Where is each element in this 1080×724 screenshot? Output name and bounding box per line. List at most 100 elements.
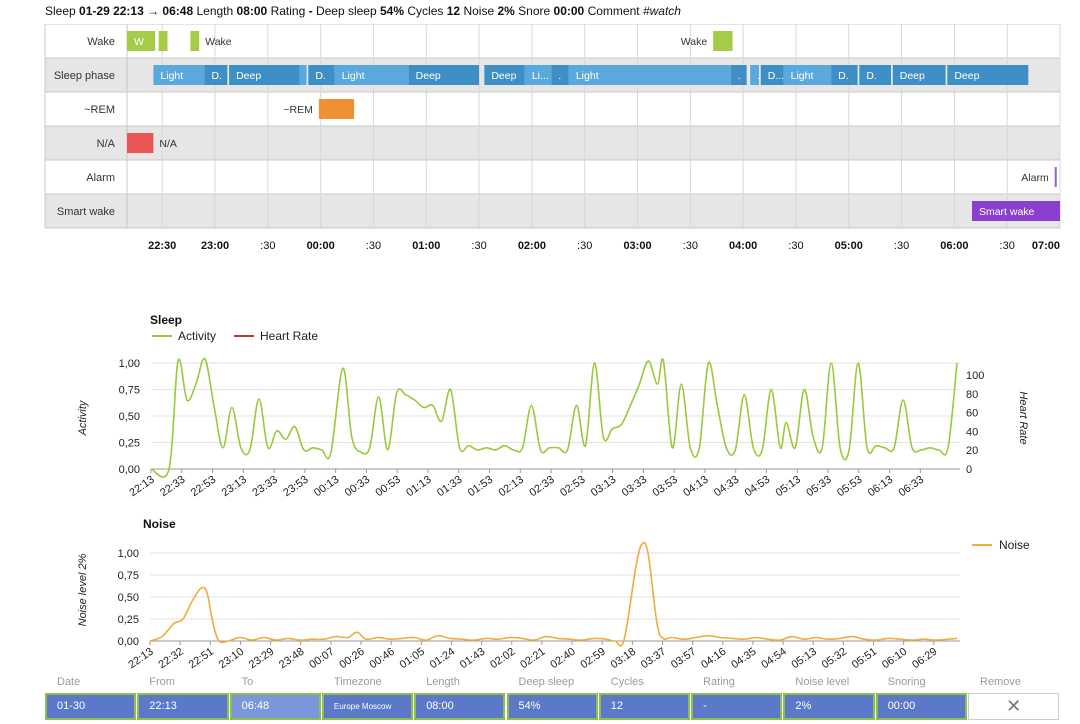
summary-rating-label: Rating <box>270 4 306 18</box>
x-tick-label: 22:32 <box>156 646 185 672</box>
x-tick-label: 04:16 <box>699 646 728 672</box>
x-tick-label: 00:46 <box>367 646 396 672</box>
phase-segment <box>190 31 200 51</box>
time-tick-label: 23:00 <box>201 240 229 252</box>
length-cell: Length 08:00 <box>414 676 506 720</box>
time-tick-label: :30 <box>471 240 486 252</box>
phase-segment-label: . <box>738 70 741 82</box>
row-band <box>45 194 1060 228</box>
series-line-noise <box>149 541 958 647</box>
x-tick-label: 00:13 <box>312 474 341 500</box>
summary-deep-label: Deep sleep <box>315 4 377 18</box>
timezone-header: Timezone <box>333 676 382 688</box>
time-tick-label: 04:00 <box>729 240 757 252</box>
time-tick-label: 05:00 <box>835 240 863 252</box>
deep-sleep-field[interactable]: 54% <box>506 693 598 720</box>
x-tick-label: 06:29 <box>910 646 939 672</box>
timezone-field[interactable]: Europe Moscow <box>321 693 414 720</box>
phase-segment-label: Wake <box>205 36 232 48</box>
rating-field[interactable]: - <box>691 693 783 720</box>
phase-segment-label: Light <box>160 70 183 82</box>
phase-segment-label: W <box>134 36 144 48</box>
remove-cell: Remove ✕ <box>968 676 1060 720</box>
phase-segment <box>318 99 355 119</box>
x-tick-label: 00:07 <box>307 646 336 672</box>
row-band <box>45 126 1060 160</box>
x-tick-label: 06:13 <box>866 474 895 500</box>
x-tick-label: 23:48 <box>277 646 306 672</box>
time-tick-label: :30 <box>683 240 698 252</box>
x-tick-label: 02:21 <box>518 646 547 672</box>
x-tick-label: 03:53 <box>650 474 679 500</box>
noise-level-header: Noise level <box>795 676 850 688</box>
phase-segment <box>127 133 154 153</box>
x-tick-label: 01:13 <box>404 474 433 500</box>
y-tick-label: 0,00 <box>119 464 140 476</box>
y-tick-label: 1,00 <box>118 548 139 560</box>
x-tick-label: 22:51 <box>187 646 216 672</box>
phase-segment <box>158 31 168 51</box>
chart-title: Sleep <box>150 313 182 327</box>
y2-tick-label: 80 <box>966 389 978 401</box>
time-tick-label: :30 <box>894 240 909 252</box>
x-tick-label: 05:13 <box>774 474 803 500</box>
x-tick-label: 04:33 <box>712 474 741 500</box>
cycles-field[interactable]: 12 <box>598 693 691 720</box>
x-tick-label: 06:33 <box>897 474 926 500</box>
phase-segment-label: Wake <box>681 36 708 48</box>
summary-comment: #watch <box>642 4 681 18</box>
summary-rating: - <box>308 4 313 18</box>
time-tick-label: 00:00 <box>307 240 335 252</box>
y-tick-label: 0,75 <box>119 385 140 397</box>
x-tick-label: 01:33 <box>435 474 464 500</box>
legend-label: Noise <box>999 538 1030 552</box>
x-tick-label: 23:53 <box>281 474 310 500</box>
x-tick-label: 03:33 <box>620 474 649 500</box>
x-tick-label: 03:57 <box>669 646 698 672</box>
row-label: ~REM <box>84 104 115 116</box>
x-tick-label: 03:37 <box>639 646 668 672</box>
noise-level-field[interactable]: 2% <box>783 693 875 720</box>
x-tick-label: 00:53 <box>373 474 402 500</box>
snoring-header: Snoring <box>887 676 926 688</box>
sleep-summary: Sleep 01-29 22:13 → 06:48 Length 08:00 R… <box>45 4 681 18</box>
summary-range: 01-29 22:13 → 06:48 <box>79 4 194 18</box>
phase-segment-label: Light <box>576 70 599 82</box>
record-editor: Date 01-30 From 22:13 To 06:48 Timezone Europe … <box>45 676 1060 720</box>
x-tick-label: 22:13 <box>126 646 155 672</box>
cycles-cell: Cycles 12 <box>598 676 691 720</box>
phase-segment <box>713 31 733 51</box>
length-field[interactable]: 08:00 <box>414 693 506 720</box>
x-tick-label: 04:53 <box>743 474 772 500</box>
phase-segment-label: Smart wake <box>979 206 1035 218</box>
snoring-cell: Snoring 00:00 <box>875 676 967 720</box>
phase-segment-label: Deep <box>236 70 261 82</box>
summary-snore: 00:00 <box>553 4 585 18</box>
from-header: From <box>149 676 175 688</box>
y2-tick-label: 20 <box>966 445 978 457</box>
date-field[interactable]: 01-30 <box>45 693 137 720</box>
snoring-field[interactable]: 00:00 <box>875 693 967 720</box>
x-tick-label: 05:13 <box>790 646 819 672</box>
phase-segment-label: D. <box>315 70 326 82</box>
y-tick-label: 0,50 <box>118 592 139 604</box>
phase-segment-label: . <box>558 70 561 82</box>
y-tick-label: 1,00 <box>119 358 140 370</box>
time-tick-label: :30 <box>260 240 275 252</box>
x-tick-label: 01:24 <box>428 646 457 672</box>
phase-segment-label: Light <box>791 70 814 82</box>
to-field[interactable]: 06:48 <box>229 693 321 720</box>
summary-noise-label: Noise <box>463 4 495 18</box>
phase-segment-label: D. <box>211 70 222 82</box>
time-tick-label: :30 <box>788 240 803 252</box>
remove-button[interactable]: ✕ <box>968 693 1060 720</box>
from-field[interactable]: 22:13 <box>137 693 229 720</box>
y2-tick-label: 0 <box>966 464 972 476</box>
x-tick-label: 01:53 <box>466 474 495 500</box>
rating-header: Rating <box>703 676 735 688</box>
x-tick-label: 22:13 <box>127 474 156 500</box>
x-tick-label: 04:13 <box>681 474 710 500</box>
time-tick-label: 02:00 <box>518 240 546 252</box>
date-header: Date <box>57 676 81 688</box>
x-tick-label: 23:10 <box>217 646 246 672</box>
